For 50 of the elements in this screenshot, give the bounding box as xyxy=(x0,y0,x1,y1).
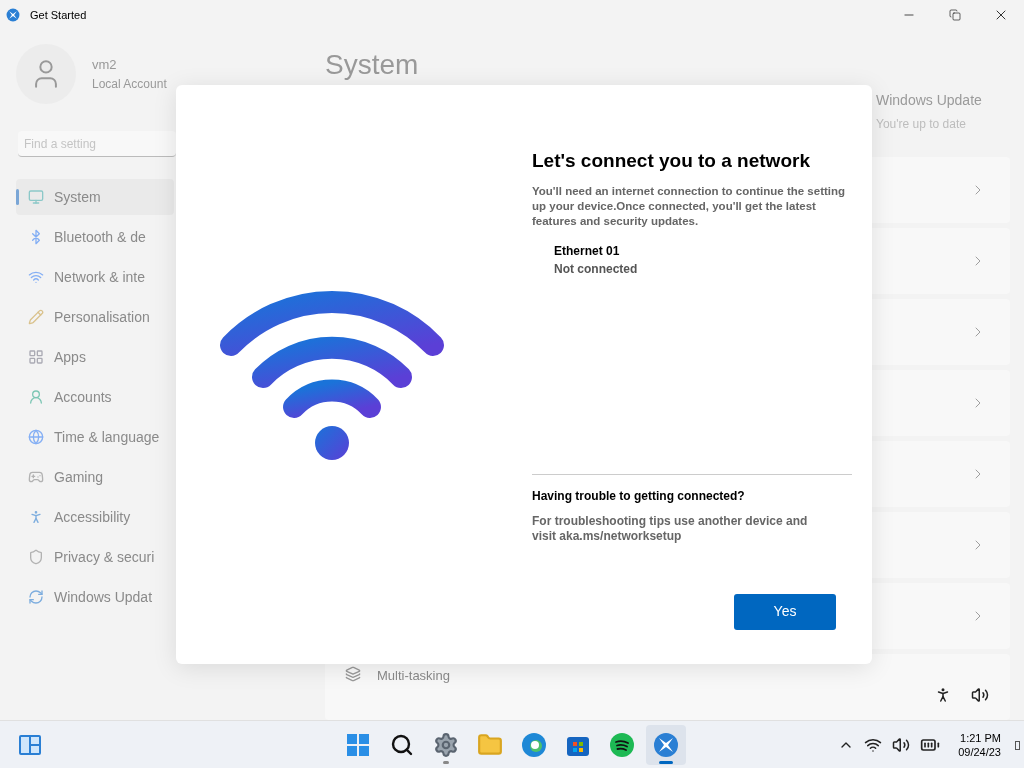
widgets-icon xyxy=(18,734,42,756)
folder-icon xyxy=(477,731,503,758)
sidebar-item[interactable]: Accessibility xyxy=(16,499,174,535)
start-icon xyxy=(346,732,370,757)
app-icon xyxy=(6,8,20,22)
sidebar-item[interactable]: Bluetooth & de xyxy=(16,219,174,255)
clock-time[interactable]: 1:21 PM xyxy=(960,731,1001,745)
settings-icon xyxy=(433,731,459,758)
sidebar-item[interactable]: Accounts xyxy=(16,379,174,415)
help-title: Having trouble to getting connected? xyxy=(532,487,746,505)
compass-icon xyxy=(653,731,679,758)
connection-name: Ethernet 01 xyxy=(554,242,621,260)
sidebar-item[interactable]: Apps xyxy=(16,339,174,375)
sidebar-item[interactable]: System xyxy=(16,179,174,215)
sidebar-item[interactable]: Gaming xyxy=(16,459,174,495)
sidebar-item[interactable]: Network & inte xyxy=(16,259,174,295)
dialog-title: Let's connect you to a network xyxy=(532,149,811,173)
accessibility-icon xyxy=(28,509,44,525)
shield-icon xyxy=(28,549,44,565)
window-title: Get Started xyxy=(30,7,87,23)
display-icon xyxy=(28,189,44,205)
account-name: vm2 xyxy=(92,56,118,75)
sidebar-item[interactable]: Time & language xyxy=(16,419,174,455)
connection-status: Not connected xyxy=(554,260,639,278)
globe-icon xyxy=(28,429,44,445)
apps-icon xyxy=(28,349,44,365)
volume-icon xyxy=(971,686,989,704)
account-type: Local Account xyxy=(92,75,167,93)
browser-icon xyxy=(521,731,547,758)
card-title: Multi-tasking xyxy=(377,667,450,685)
yes-button[interactable]: Yes xyxy=(734,593,836,630)
dialog-body: You'll need an internet connection to continue the setting up your device.Once connected, you'll get the latest features and security updates. xyxy=(532,183,847,229)
music-icon xyxy=(609,731,635,758)
person-icon xyxy=(28,389,44,405)
help-body: For troubleshooting tips use another device and visit aka.ms/networksetup xyxy=(532,513,809,544)
wifi-icon xyxy=(28,269,44,285)
pencil-icon xyxy=(28,309,44,325)
gamepad-icon xyxy=(28,469,44,485)
sidebar-item[interactable]: Personalisation xyxy=(16,299,174,335)
clock-date[interactable]: 09/24/23 xyxy=(958,745,1001,759)
sidebar-item[interactable]: Privacy & securi xyxy=(16,539,174,575)
wifi-icon[interactable] xyxy=(864,736,883,754)
show-desktop-button[interactable] xyxy=(1015,740,1020,750)
restore-icon xyxy=(949,9,961,21)
sidebar-item[interactable]: Windows Updat xyxy=(16,579,174,615)
page-title: System xyxy=(325,48,420,82)
update-title: Windows Update xyxy=(876,91,983,110)
search-icon xyxy=(390,732,414,757)
refresh-icon xyxy=(28,589,44,605)
volume-icon[interactable] xyxy=(892,736,911,754)
